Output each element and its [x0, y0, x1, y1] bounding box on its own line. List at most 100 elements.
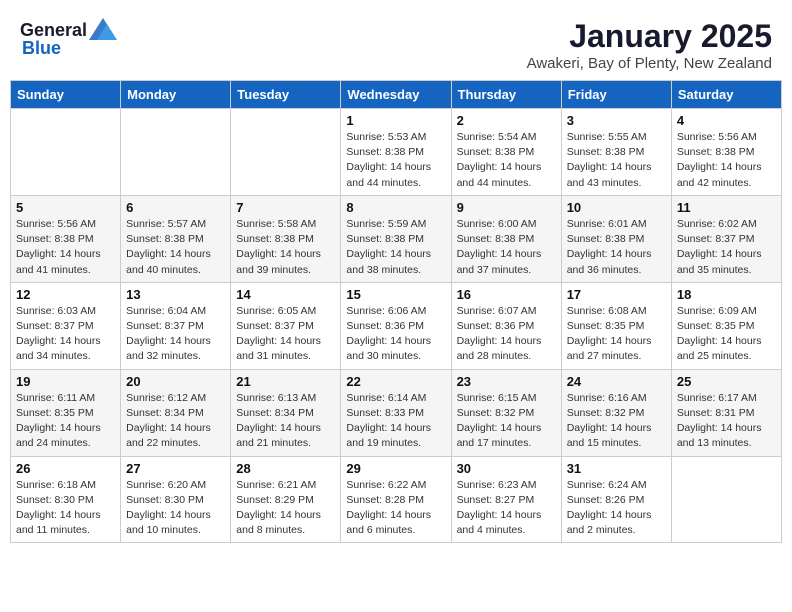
- day-detail: Sunrise: 6:09 AMSunset: 8:35 PMDaylight:…: [677, 304, 776, 365]
- day-number: 21: [236, 374, 335, 389]
- day-cell: [231, 109, 341, 196]
- day-detail: Sunrise: 5:59 AMSunset: 8:38 PMDaylight:…: [346, 217, 445, 278]
- day-detail: Sunrise: 6:11 AMSunset: 8:35 PMDaylight:…: [16, 391, 115, 452]
- day-number: 16: [457, 287, 556, 302]
- day-cell: 17 Sunrise: 6:08 AMSunset: 8:35 PMDayligh…: [561, 282, 671, 369]
- day-number: 3: [567, 113, 666, 128]
- day-cell: 10 Sunrise: 6:01 AMSunset: 8:38 PMDayligh…: [561, 195, 671, 282]
- day-cell: 25 Sunrise: 6:17 AMSunset: 8:31 PMDayligh…: [671, 369, 781, 456]
- week-row-4: 19 Sunrise: 6:11 AMSunset: 8:35 PMDayligh…: [11, 369, 782, 456]
- day-cell: 8 Sunrise: 5:59 AMSunset: 8:38 PMDaylight…: [341, 195, 451, 282]
- week-row-3: 12Sunrise: 6:03 AMSunset: 8:37 PMDayligh…: [11, 282, 782, 369]
- day-cell: 14 Sunrise: 6:05 AMSunset: 8:37 PMDayligh…: [231, 282, 341, 369]
- day-number: 27: [126, 461, 225, 476]
- day-detail: Sunrise: 6:02 AMSunset: 8:37 PMDaylight:…: [677, 217, 776, 278]
- weekday-header-tuesday: Tuesday: [231, 81, 341, 109]
- day-number: 23: [457, 374, 556, 389]
- weekday-header-thursday: Thursday: [451, 81, 561, 109]
- day-cell: 30Sunrise: 6:23 AMSunset: 8:27 PMDayligh…: [451, 456, 561, 543]
- day-detail: Sunrise: 6:17 AMSunset: 8:31 PMDaylight:…: [677, 391, 776, 452]
- day-number: 28: [236, 461, 335, 476]
- day-cell: 9 Sunrise: 6:00 AMSunset: 8:38 PMDaylight…: [451, 195, 561, 282]
- day-cell: 6Sunrise: 5:57 AMSunset: 8:38 PMDaylight…: [121, 195, 231, 282]
- day-number: 22: [346, 374, 445, 389]
- day-cell: 31Sunrise: 6:24 AMSunset: 8:26 PMDayligh…: [561, 456, 671, 543]
- day-number: 11: [677, 200, 776, 215]
- day-number: 30: [457, 461, 556, 476]
- logo: General Blue: [20, 18, 117, 59]
- day-detail: Sunrise: 5:58 AMSunset: 8:38 PMDaylight:…: [236, 217, 335, 278]
- week-row-2: 5 Sunrise: 5:56 AMSunset: 8:38 PMDaylight…: [11, 195, 782, 282]
- day-cell: 24Sunrise: 6:16 AMSunset: 8:32 PMDayligh…: [561, 369, 671, 456]
- day-detail: Sunrise: 5:53 AMSunset: 8:38 PMDaylight:…: [346, 130, 445, 191]
- day-detail: Sunrise: 5:54 AMSunset: 8:38 PMDaylight:…: [457, 130, 556, 191]
- day-detail: Sunrise: 6:04 AMSunset: 8:37 PMDaylight:…: [126, 304, 225, 365]
- day-detail: Sunrise: 6:08 AMSunset: 8:35 PMDaylight:…: [567, 304, 666, 365]
- day-cell: 12Sunrise: 6:03 AMSunset: 8:37 PMDayligh…: [11, 282, 121, 369]
- day-detail: Sunrise: 6:00 AMSunset: 8:38 PMDaylight:…: [457, 217, 556, 278]
- day-number: 19: [16, 374, 115, 389]
- day-cell: 3 Sunrise: 5:55 AMSunset: 8:38 PMDaylight…: [561, 109, 671, 196]
- day-cell: 20 Sunrise: 6:12 AMSunset: 8:34 PMDayligh…: [121, 369, 231, 456]
- day-detail: Sunrise: 6:06 AMSunset: 8:36 PMDaylight:…: [346, 304, 445, 365]
- day-detail: Sunrise: 6:15 AMSunset: 8:32 PMDaylight:…: [457, 391, 556, 452]
- day-cell: 29Sunrise: 6:22 AMSunset: 8:28 PMDayligh…: [341, 456, 451, 543]
- day-cell: 11 Sunrise: 6:02 AMSunset: 8:37 PMDayligh…: [671, 195, 781, 282]
- week-row-1: 1Sunrise: 5:53 AMSunset: 8:38 PMDaylight…: [11, 109, 782, 196]
- day-number: 15: [346, 287, 445, 302]
- day-number: 20: [126, 374, 225, 389]
- day-number: 12: [16, 287, 115, 302]
- weekday-header-monday: Monday: [121, 81, 231, 109]
- day-detail: Sunrise: 5:55 AMSunset: 8:38 PMDaylight:…: [567, 130, 666, 191]
- day-cell: 22 Sunrise: 6:14 AMSunset: 8:33 PMDayligh…: [341, 369, 451, 456]
- day-detail: Sunrise: 6:20 AMSunset: 8:30 PMDaylight:…: [126, 478, 225, 539]
- day-cell: 2 Sunrise: 5:54 AMSunset: 8:38 PMDaylight…: [451, 109, 561, 196]
- day-detail: Sunrise: 6:18 AMSunset: 8:30 PMDaylight:…: [16, 478, 115, 539]
- title-block: January 2025 Awakeri, Bay of Plenty, New…: [527, 18, 772, 72]
- day-detail: Sunrise: 6:13 AMSunset: 8:34 PMDaylight:…: [236, 391, 335, 452]
- day-cell: 15 Sunrise: 6:06 AMSunset: 8:36 PMDayligh…: [341, 282, 451, 369]
- day-number: 10: [567, 200, 666, 215]
- day-number: 26: [16, 461, 115, 476]
- weekday-header-wednesday: Wednesday: [341, 81, 451, 109]
- day-cell: 18Sunrise: 6:09 AMSunset: 8:35 PMDayligh…: [671, 282, 781, 369]
- day-number: 24: [567, 374, 666, 389]
- day-cell: 21 Sunrise: 6:13 AMSunset: 8:34 PMDayligh…: [231, 369, 341, 456]
- day-detail: Sunrise: 6:07 AMSunset: 8:36 PMDaylight:…: [457, 304, 556, 365]
- day-detail: Sunrise: 6:12 AMSunset: 8:34 PMDaylight:…: [126, 391, 225, 452]
- day-number: 25: [677, 374, 776, 389]
- day-cell: 19 Sunrise: 6:11 AMSunset: 8:35 PMDayligh…: [11, 369, 121, 456]
- calendar-title: January 2025: [527, 18, 772, 55]
- day-cell: [11, 109, 121, 196]
- day-cell: [671, 456, 781, 543]
- day-detail: Sunrise: 6:21 AMSunset: 8:29 PMDaylight:…: [236, 478, 335, 539]
- day-cell: 13Sunrise: 6:04 AMSunset: 8:37 PMDayligh…: [121, 282, 231, 369]
- day-number: 2: [457, 113, 556, 128]
- calendar-subtitle: Awakeri, Bay of Plenty, New Zealand: [527, 55, 772, 72]
- day-detail: Sunrise: 6:01 AMSunset: 8:38 PMDaylight:…: [567, 217, 666, 278]
- day-detail: Sunrise: 6:14 AMSunset: 8:33 PMDaylight:…: [346, 391, 445, 452]
- weekday-header-friday: Friday: [561, 81, 671, 109]
- logo-icon: [89, 18, 117, 40]
- day-detail: Sunrise: 6:05 AMSunset: 8:37 PMDaylight:…: [236, 304, 335, 365]
- page-header: General Blue January 2025 Awakeri, Bay o…: [10, 10, 782, 76]
- day-number: 9: [457, 200, 556, 215]
- day-number: 8: [346, 200, 445, 215]
- day-cell: 28 Sunrise: 6:21 AMSunset: 8:29 PMDayligh…: [231, 456, 341, 543]
- day-cell: 7Sunrise: 5:58 AMSunset: 8:38 PMDaylight…: [231, 195, 341, 282]
- day-detail: Sunrise: 5:56 AMSunset: 8:38 PMDaylight:…: [16, 217, 115, 278]
- day-number: 5: [16, 200, 115, 215]
- day-cell: 27 Sunrise: 6:20 AMSunset: 8:30 PMDayligh…: [121, 456, 231, 543]
- day-cell: [121, 109, 231, 196]
- day-number: 4: [677, 113, 776, 128]
- day-number: 17: [567, 287, 666, 302]
- day-number: 14: [236, 287, 335, 302]
- weekday-header-row: SundayMondayTuesdayWednesdayThursdayFrid…: [11, 81, 782, 109]
- day-detail: Sunrise: 6:24 AMSunset: 8:26 PMDaylight:…: [567, 478, 666, 539]
- week-row-5: 26 Sunrise: 6:18 AMSunset: 8:30 PMDayligh…: [11, 456, 782, 543]
- day-detail: Sunrise: 5:56 AMSunset: 8:38 PMDaylight:…: [677, 130, 776, 191]
- day-number: 6: [126, 200, 225, 215]
- day-cell: 1Sunrise: 5:53 AMSunset: 8:38 PMDaylight…: [341, 109, 451, 196]
- logo-blue-text: Blue: [22, 38, 61, 59]
- day-cell: 26 Sunrise: 6:18 AMSunset: 8:30 PMDayligh…: [11, 456, 121, 543]
